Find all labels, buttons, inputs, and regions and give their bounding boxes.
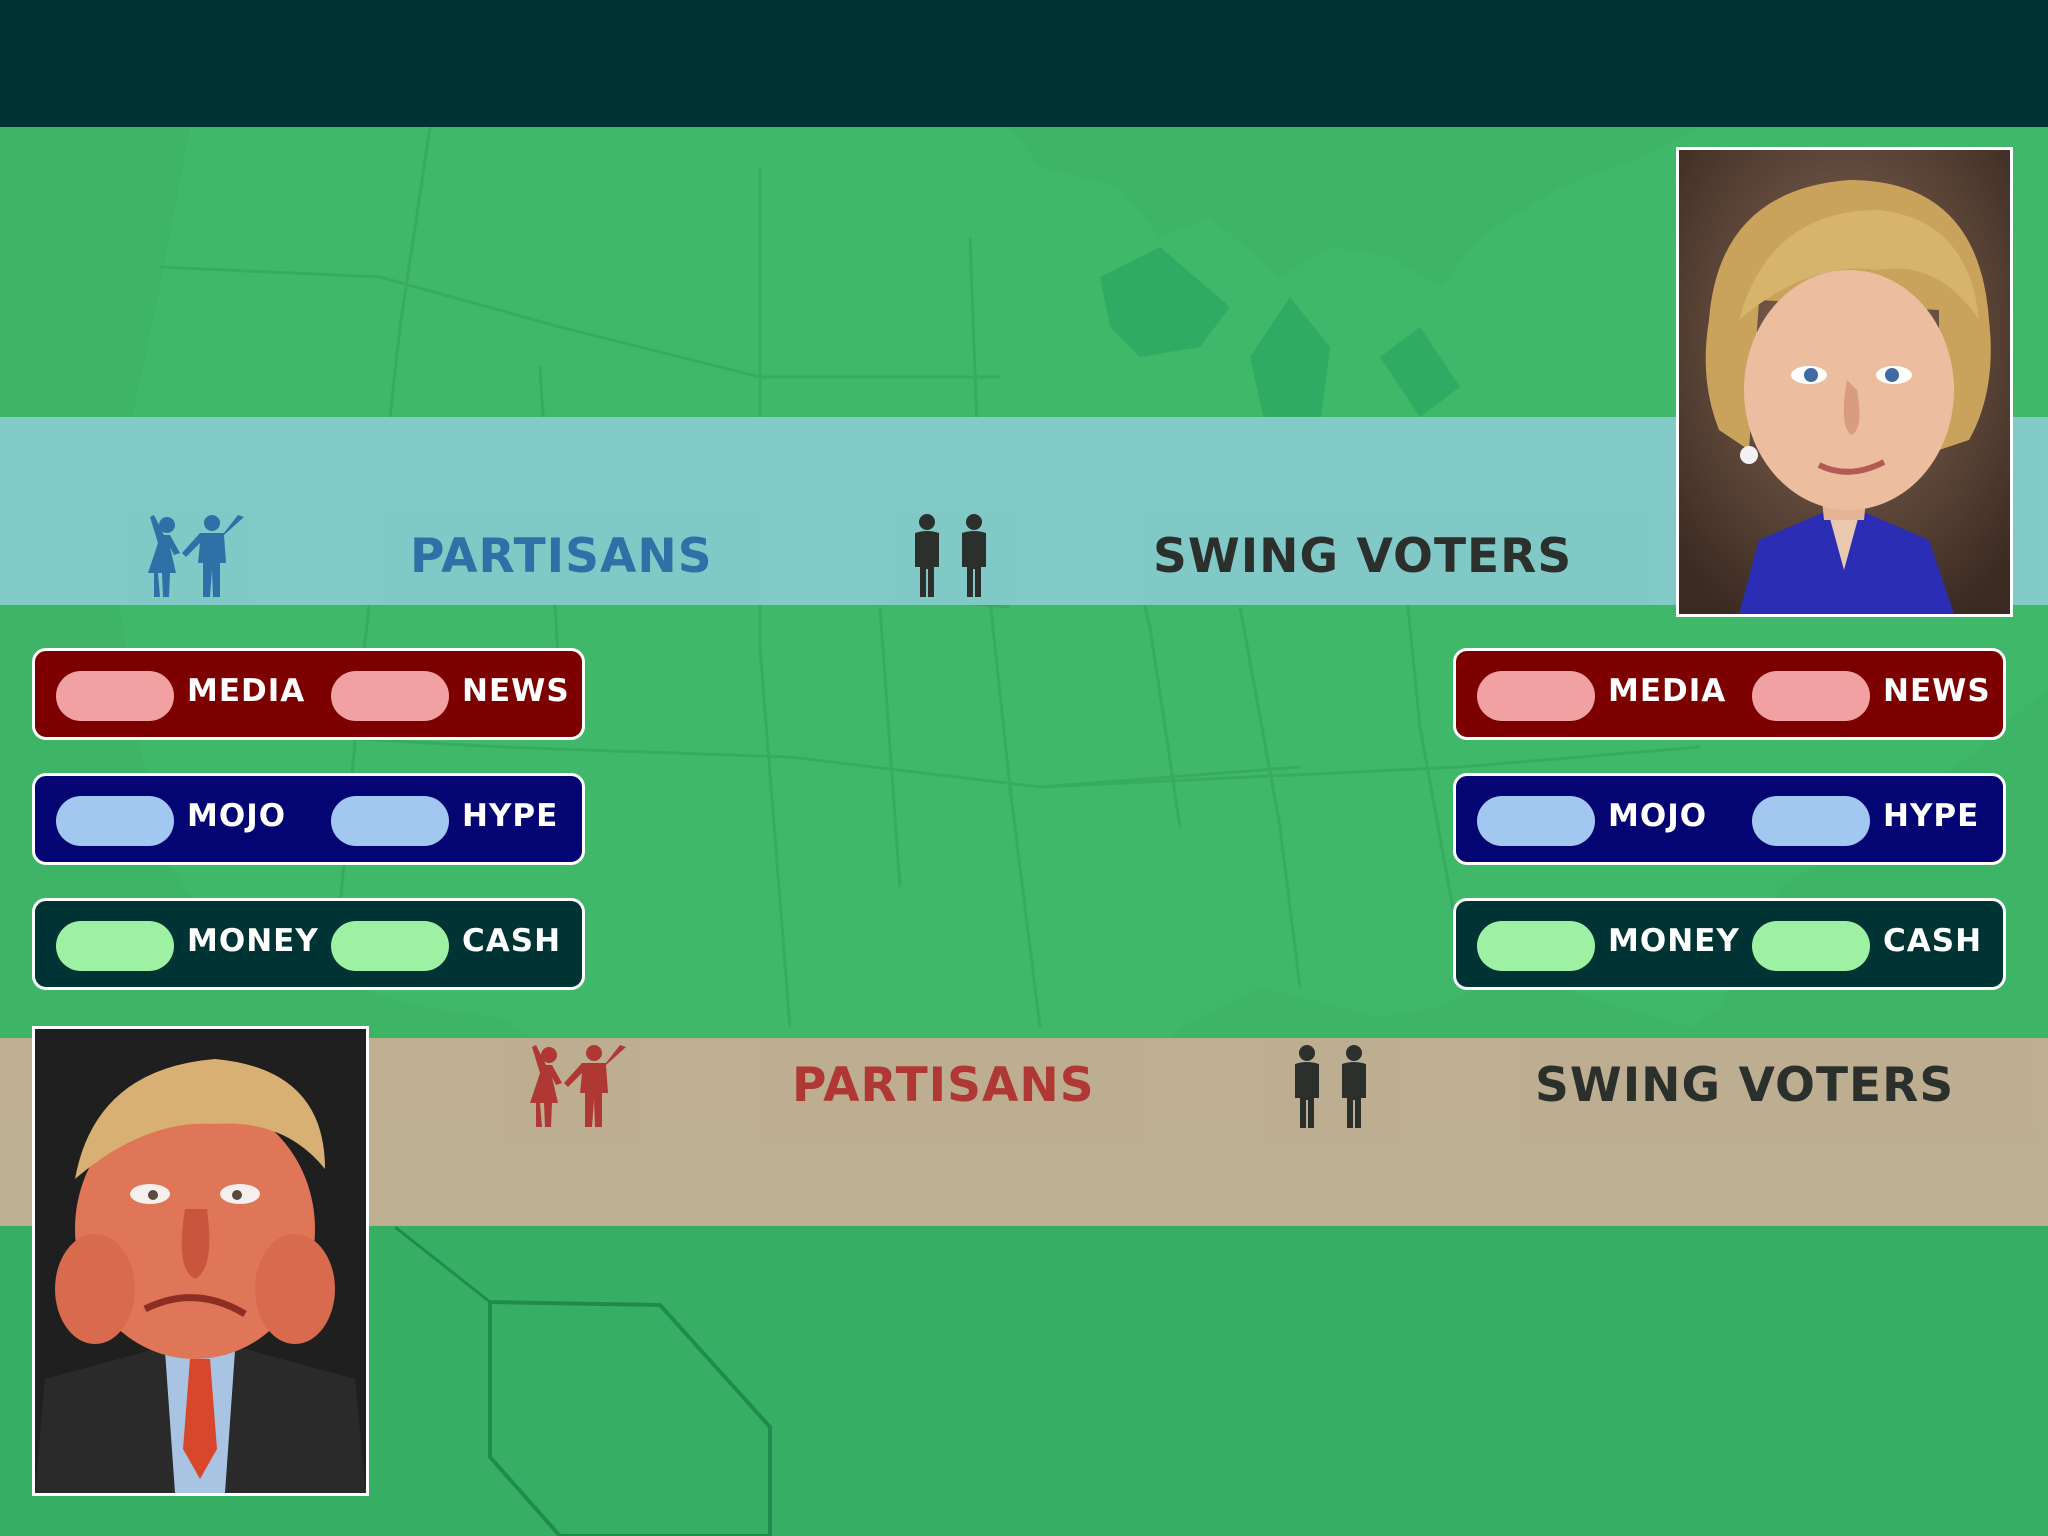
media-slot-left[interactable] — [1477, 671, 1595, 721]
left-money-panel[interactable]: MONEY CASH — [32, 898, 585, 990]
right-money-panel[interactable]: MONEY CASH — [1453, 898, 2006, 990]
media-slot-left[interactable] — [56, 671, 174, 721]
cheering-couple-icon — [530, 1045, 626, 1127]
swing-voters-label: SWING VOTERS — [1153, 529, 1573, 584]
news-label: NEWS — [462, 673, 570, 709]
mojo-slot[interactable] — [1477, 796, 1595, 846]
partisans-label: PARTISANS — [792, 1058, 1095, 1113]
swing-voters-label: SWING VOTERS — [1535, 1058, 1955, 1113]
hype-slot[interactable] — [331, 796, 449, 846]
money-label: MONEY — [187, 923, 319, 959]
cash-slot[interactable] — [1752, 921, 1870, 971]
cash-slot[interactable] — [331, 921, 449, 971]
cash-label: CASH — [462, 923, 562, 959]
money-label: MONEY — [1608, 923, 1740, 959]
cash-label: CASH — [1883, 923, 1983, 959]
top-bar — [0, 0, 2048, 127]
media-label: MEDIA — [187, 673, 306, 709]
caricature-portrait-woman — [1679, 150, 2010, 614]
hype-label: HYPE — [462, 798, 559, 834]
standing-pair-icon — [915, 514, 986, 597]
mojo-label: MOJO — [1608, 798, 1708, 834]
right-media-panel[interactable]: MEDIA NEWS — [1453, 648, 2006, 740]
money-slot[interactable] — [56, 921, 174, 971]
hype-label: HYPE — [1883, 798, 1980, 834]
partisans-label: PARTISANS — [410, 529, 713, 584]
news-slot[interactable] — [1752, 671, 1870, 721]
portrait-bottom-left[interactable] — [32, 1026, 369, 1496]
mojo-label: MOJO — [187, 798, 287, 834]
mojo-slot[interactable] — [56, 796, 174, 846]
standing-pair-icon — [1295, 1045, 1366, 1128]
caricature-portrait-man — [35, 1029, 366, 1493]
money-slot[interactable] — [1477, 921, 1595, 971]
cheering-couple-icon — [148, 515, 244, 597]
left-media-panel[interactable]: MEDIA NEWS — [32, 648, 585, 740]
left-mojo-panel[interactable]: MOJO HYPE — [32, 773, 585, 865]
hype-slot[interactable] — [1752, 796, 1870, 846]
right-mojo-panel[interactable]: MOJO HYPE — [1453, 773, 2006, 865]
news-label: NEWS — [1883, 673, 1991, 709]
news-slot[interactable] — [331, 671, 449, 721]
portrait-top-right[interactable] — [1676, 147, 2013, 617]
media-label: MEDIA — [1608, 673, 1727, 709]
